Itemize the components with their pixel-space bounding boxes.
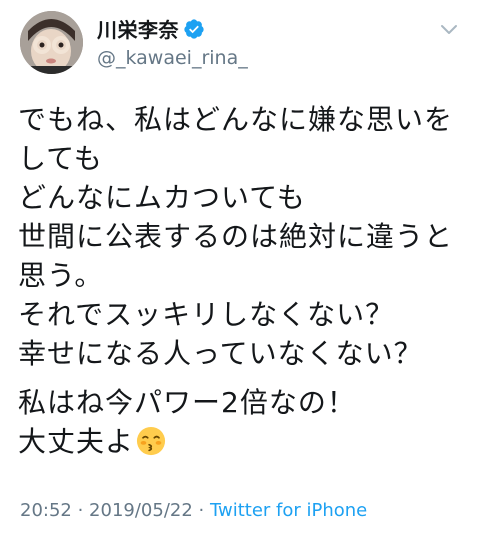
tweet-line: でもね、私はどんなに嫌な思いを: [18, 103, 454, 136]
avatar-image: [20, 11, 83, 74]
chevron-down-icon[interactable]: [440, 24, 458, 36]
tweet-card: 川栄李奈 @_kawaei_rina_ でもね、私はどんなに嫌な思いを しても …: [0, 0, 480, 539]
tweet-line: 幸せになる人っていなくない？: [18, 337, 423, 370]
meta-separator: ·: [71, 500, 90, 521]
tweet-source-link[interactable]: Twitter for iPhone: [210, 500, 367, 521]
avatar[interactable]: [20, 11, 83, 74]
tweet-text: でもね、私はどんなに嫌な思いを しても どんなにムカついても 世間に公表するのは…: [18, 100, 466, 461]
tweet-line-with-emoji: 大丈夫よ: [18, 422, 466, 461]
name-row: 川栄李奈: [97, 14, 205, 43]
tweet-line: 思う。: [18, 259, 104, 292]
kissing-face-emoji: [136, 426, 166, 456]
tweet-time[interactable]: 20:52: [20, 500, 72, 521]
tweet-line: それでスッキリしなくない？: [18, 298, 395, 331]
verified-badge-icon: [184, 18, 204, 39]
tweet-line: 世間に公表するのは絶対に違うと: [18, 220, 454, 253]
tweet-line: しても: [18, 142, 103, 175]
tweet-line: どんなにムカついても: [18, 181, 306, 214]
user-handle[interactable]: @_kawaei_rina_: [97, 47, 248, 69]
tweet-meta: 20:52 · 2019/05/22 · Twitter for iPhone: [20, 500, 367, 521]
meta-separator: ·: [192, 500, 210, 521]
display-name[interactable]: 川栄李奈: [97, 14, 179, 43]
tweet-date[interactable]: 2019/05/22: [89, 500, 193, 521]
tweet-line-text: 大丈夫よ: [18, 425, 135, 458]
tweet-line: 私はね今パワー2倍なの！: [18, 386, 356, 419]
